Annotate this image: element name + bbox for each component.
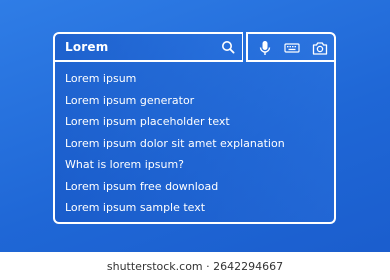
- suggestion-item[interactable]: Lorem ipsum generator: [65, 94, 194, 107]
- watermark-text: shutterstock.com · 2642294667: [106, 260, 284, 273]
- keyboard-icon[interactable]: [284, 40, 300, 56]
- camera-icon[interactable]: [312, 40, 328, 56]
- search-tools: [246, 32, 336, 62]
- search-icon[interactable]: [221, 40, 235, 54]
- suggestions-dropdown: Lorem ipsum Lorem ipsum generator Lorem …: [53, 62, 336, 224]
- watermark-bar: shutterstock.com · 2642294667: [0, 252, 390, 280]
- suggestion-item[interactable]: Lorem ipsum: [65, 72, 136, 85]
- suggestion-item[interactable]: Lorem ipsum sample text: [65, 201, 205, 214]
- suggestion-item[interactable]: What is lorem ipsum?: [65, 158, 184, 171]
- microphone-icon[interactable]: [257, 40, 273, 56]
- search-input[interactable]: Lorem: [53, 32, 243, 62]
- suggestion-item[interactable]: Lorem ipsum free download: [65, 180, 218, 193]
- suggestion-item[interactable]: Lorem ipsum dolor sit amet explanation: [65, 137, 285, 150]
- suggestion-item[interactable]: Lorem ipsum placeholder text: [65, 115, 230, 128]
- search-query-text: Lorem: [65, 40, 109, 54]
